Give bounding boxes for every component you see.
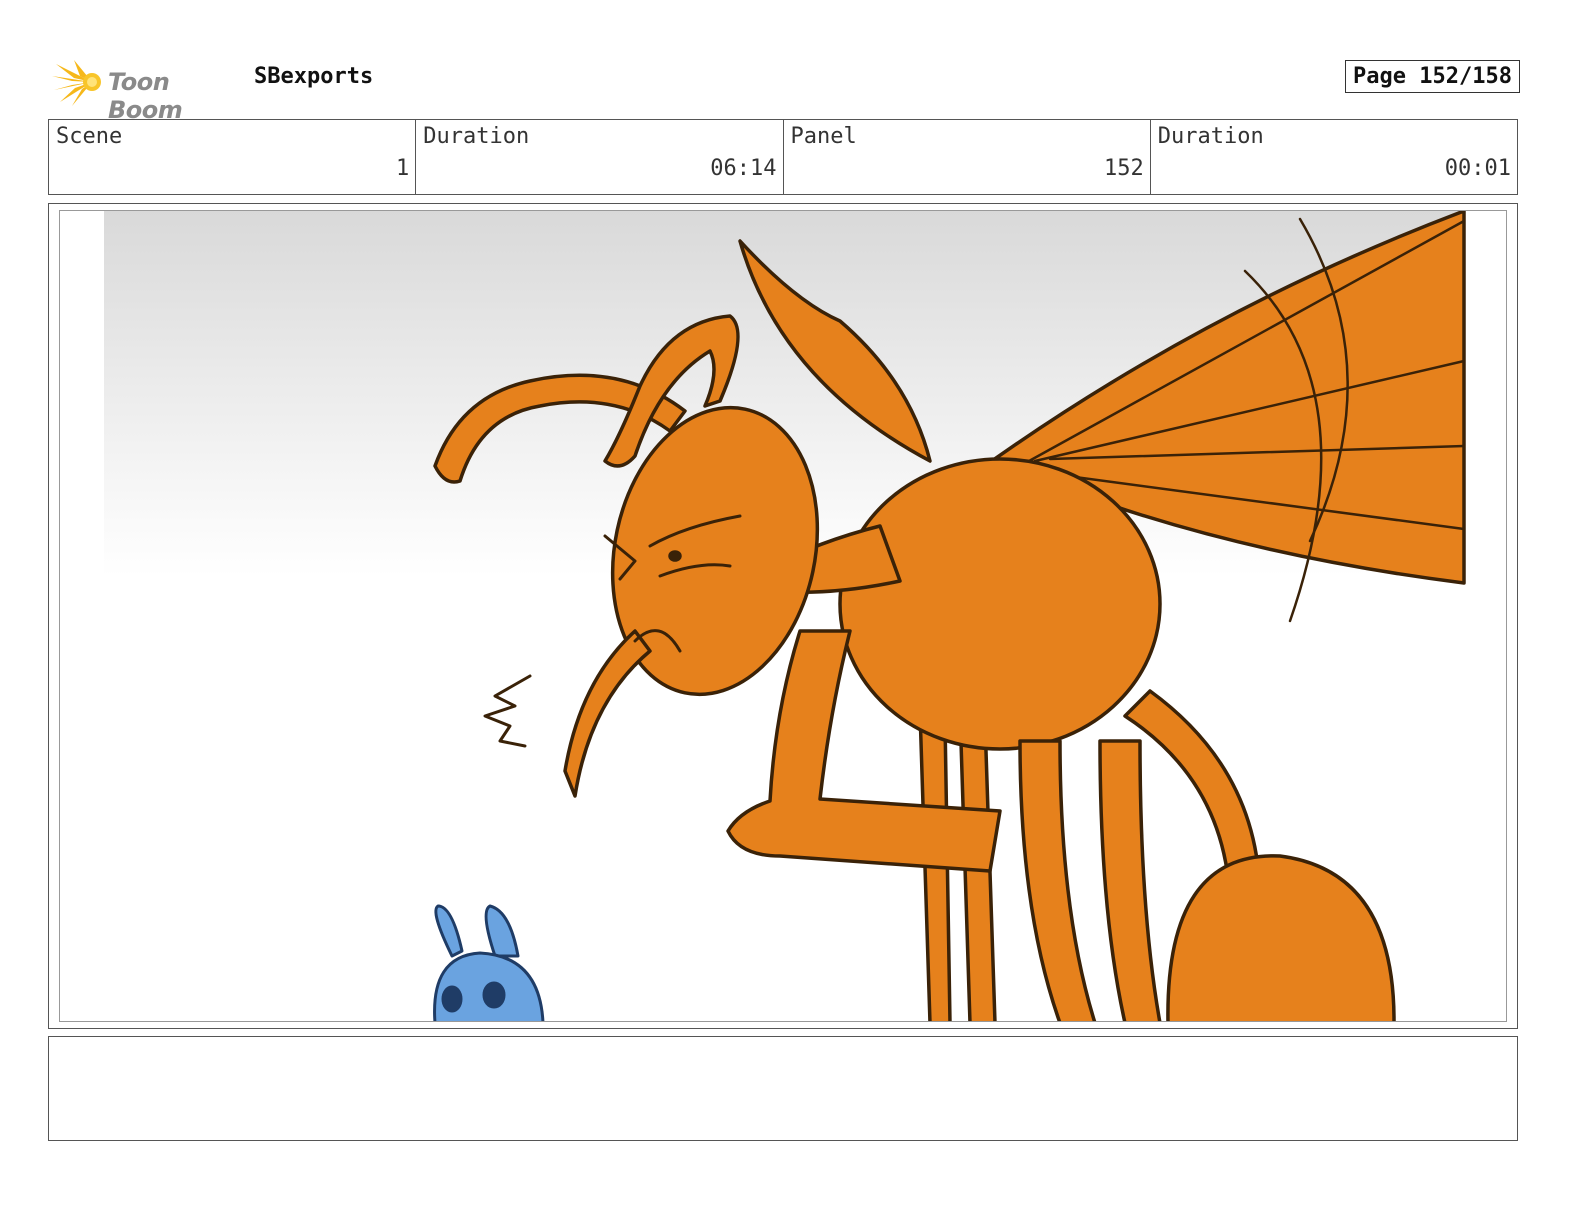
logo-text: Toon Boom [108, 68, 183, 124]
page-number: Page 152/158 [1345, 60, 1520, 93]
toon-boom-logo: Toon Boom [52, 56, 242, 124]
scene-label: Scene [56, 124, 123, 149]
scene-duration-label: Duration [423, 124, 530, 149]
ant-body [838, 457, 1162, 751]
scene-duration-value: 06:14 [710, 156, 777, 181]
project-title: SBexports [254, 64, 374, 89]
panel-value: 152 [1104, 156, 1144, 181]
scene-cell: Scene 1 [49, 120, 417, 194]
panel-duration-value: 00:01 [1444, 156, 1511, 181]
panel-label: Panel [790, 124, 857, 149]
ant-eye [668, 550, 682, 562]
page-header: Toon Boom SBexports Page 152/158 [48, 52, 1520, 124]
scene-value: 1 [396, 156, 410, 181]
panel-duration-cell: Duration 00:01 [1151, 120, 1517, 194]
panel-drawing [104, 211, 1466, 1021]
panel-duration-label: Duration [1157, 124, 1264, 149]
panel-info-row: Scene 1 Duration 06:14 Panel 152 Duratio… [48, 119, 1518, 195]
starburst-icon [52, 60, 101, 106]
scene-duration-cell: Duration 06:14 [416, 120, 784, 194]
panel-notes-box [48, 1036, 1518, 1141]
storyboard-panel-image [59, 210, 1507, 1022]
panel-cell: Panel 152 [784, 120, 1151, 194]
